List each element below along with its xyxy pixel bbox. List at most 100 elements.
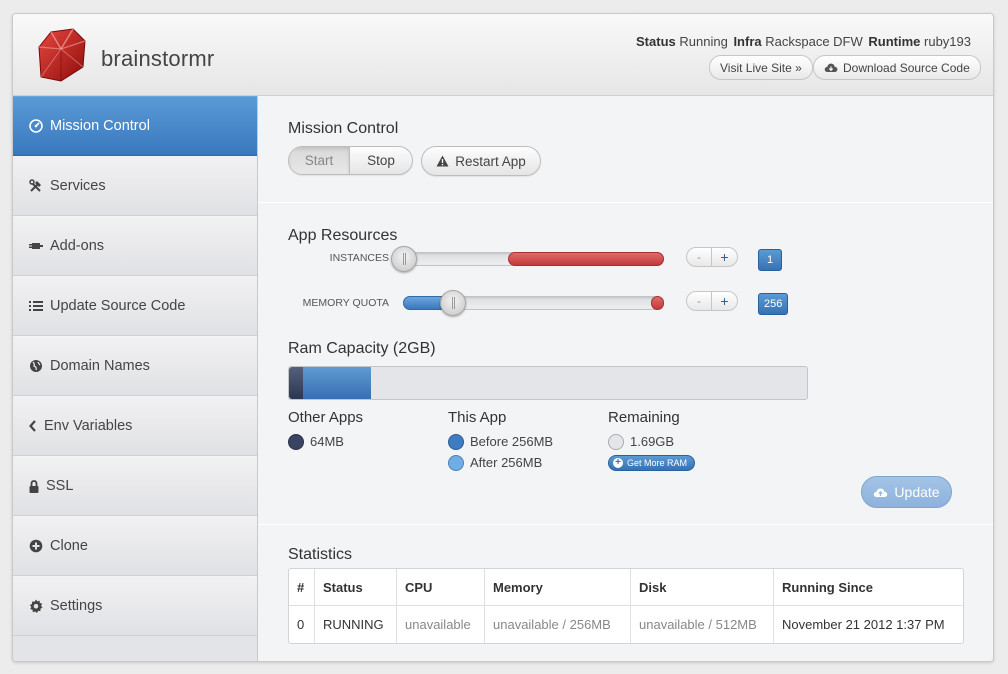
before-value: Before 256MB: [470, 434, 554, 449]
legend-remaining: Remaining 1.69GB + Get More RAM: [608, 409, 696, 471]
table-header-row: # Status CPU Memory Disk Running Since: [289, 569, 963, 606]
legend-other-apps: Other Apps 64MB: [288, 409, 363, 452]
ruby-logo-icon: [38, 28, 86, 82]
table-row: 0 RUNNING unavailable unavailable / 256M…: [289, 606, 963, 643]
memory-limit-bar: [651, 296, 664, 310]
start-button[interactable]: Start: [289, 147, 350, 174]
legend-remaining-heading: Remaining: [608, 409, 680, 426]
cloud-download-icon: [824, 63, 838, 72]
dashboard-icon: [28, 118, 44, 134]
legend-this-app-heading: This App: [448, 409, 507, 426]
legend-other-apps-row: 64MB: [288, 431, 363, 452]
sidebar-item-label: Domain Names: [50, 358, 150, 374]
sidebar-item-label: Add-ons: [50, 238, 105, 254]
restart-app-label: Restart App: [455, 153, 526, 169]
remaining-swatch: [608, 433, 624, 450]
infra-label: Infra: [733, 34, 762, 49]
runtime-label: Runtime: [868, 34, 921, 49]
ram-capacity-bar: [288, 366, 808, 400]
memory-quota-slider-handle[interactable]: [440, 290, 466, 316]
tools-icon: [28, 178, 44, 194]
sidebar-item-label: Mission Control: [50, 118, 150, 134]
before-swatch: [448, 433, 464, 450]
instances-label: INSTANCES: [329, 252, 389, 264]
after-value: After 256MB: [470, 455, 543, 470]
stop-button[interactable]: Stop: [350, 147, 412, 174]
chevron-left-icon: [28, 418, 38, 434]
ram-this-app-segment: [303, 367, 371, 399]
instances-slider[interactable]: [391, 246, 664, 272]
legend-after-row: After 256MB: [448, 452, 553, 473]
column-header: Disk: [631, 569, 774, 606]
sidebar-item-mission-control[interactable]: Mission Control: [13, 96, 257, 156]
statistics-title: Statistics: [288, 546, 353, 563]
memory-quota-stepper: - +: [686, 291, 738, 311]
section-divider: [258, 524, 993, 525]
sidebar-item-services[interactable]: Services: [13, 156, 257, 216]
table-cell: unavailable: [397, 606, 485, 643]
status-line: Status Running Infra Rackspace DFW Runti…: [636, 34, 973, 49]
table-cell: unavailable / 512MB: [631, 606, 774, 643]
column-header: Status: [315, 569, 397, 606]
plug-icon: [28, 238, 44, 254]
memory-increment-button[interactable]: +: [712, 292, 737, 310]
sidebar-item-add-ons[interactable]: Add-ons: [13, 216, 257, 276]
legend-before-row: Before 256MB: [448, 431, 553, 452]
instances-increment-button[interactable]: +: [712, 248, 737, 266]
legend-this-app: This App Before 256MB After 256MB: [448, 409, 553, 473]
update-label: Update: [894, 484, 940, 500]
app-title: brainstormr: [101, 46, 215, 71]
get-more-ram-button[interactable]: + Get More RAM: [608, 455, 696, 471]
infra-value: Rackspace DFW: [765, 34, 863, 49]
sidebar-item-label: Clone: [50, 538, 88, 554]
sidebar-item-ssl[interactable]: SSL: [13, 456, 257, 516]
column-header: Running Since: [774, 569, 963, 606]
sidebar-item-label: Env Variables: [44, 418, 133, 434]
memory-quota-slider[interactable]: [403, 290, 664, 316]
instances-stepper: - +: [686, 247, 738, 267]
plus-circle-icon: [28, 538, 44, 554]
instances-value-badge: 1: [758, 249, 782, 271]
legend-remaining-row: 1.69GB: [608, 431, 695, 452]
list-icon: [28, 298, 44, 314]
download-source-label: Download Source Code: [843, 60, 970, 75]
ram-capacity-title: Ram Capacity (2GB): [288, 340, 436, 357]
sidebar-item-label: SSL: [46, 478, 74, 494]
download-source-button[interactable]: Download Source Code: [813, 55, 981, 80]
column-header: CPU: [397, 569, 485, 606]
restart-app-button[interactable]: Restart App: [421, 146, 541, 176]
memory-decrement-button[interactable]: -: [687, 292, 712, 310]
status-label: Status: [636, 34, 676, 49]
status-value: Running: [679, 34, 728, 49]
memory-quota-value-badge: 256: [758, 293, 789, 315]
globe-icon: [28, 358, 44, 374]
sidebar-item-label: Services: [50, 178, 106, 194]
other-apps-value: 64MB: [310, 434, 344, 449]
sidebar: Mission Control Services Add-ons Update …: [13, 96, 258, 661]
visit-live-site-label: Visit Live Site »: [720, 60, 802, 75]
visit-live-site-button[interactable]: Visit Live Site »: [709, 55, 813, 80]
sidebar-item-settings[interactable]: Settings: [13, 576, 257, 636]
gear-icon: [28, 598, 44, 614]
instances-slider-handle[interactable]: [391, 246, 417, 272]
column-header: #: [289, 569, 315, 606]
sidebar-item-label: Settings: [50, 598, 103, 614]
remaining-value: 1.69GB: [630, 434, 675, 449]
column-header: Memory: [485, 569, 631, 606]
statistics-table: # Status CPU Memory Disk Running Since 0…: [288, 568, 964, 644]
sidebar-item-env-variables[interactable]: Env Variables: [13, 396, 257, 456]
instances-decrement-button[interactable]: -: [687, 248, 712, 266]
instances-limit-bar: [508, 252, 664, 266]
runtime-value: ruby193: [924, 34, 971, 49]
other-apps-swatch: [288, 433, 304, 450]
table-cell: unavailable / 256MB: [485, 606, 631, 643]
update-button[interactable]: Update: [861, 476, 952, 508]
sidebar-item-update-source-code[interactable]: Update Source Code: [13, 276, 257, 336]
lock-icon: [28, 478, 40, 494]
memory-quota-label: MEMORY QUOTA: [302, 297, 389, 309]
start-stop-control: Start Stop: [288, 146, 413, 175]
sidebar-item-clone[interactable]: Clone: [13, 516, 257, 576]
table-cell: 0: [289, 606, 315, 643]
sidebar-item-domain-names[interactable]: Domain Names: [13, 336, 257, 396]
app-window: brainstormr Status Running Infra Rackspa…: [12, 13, 994, 662]
